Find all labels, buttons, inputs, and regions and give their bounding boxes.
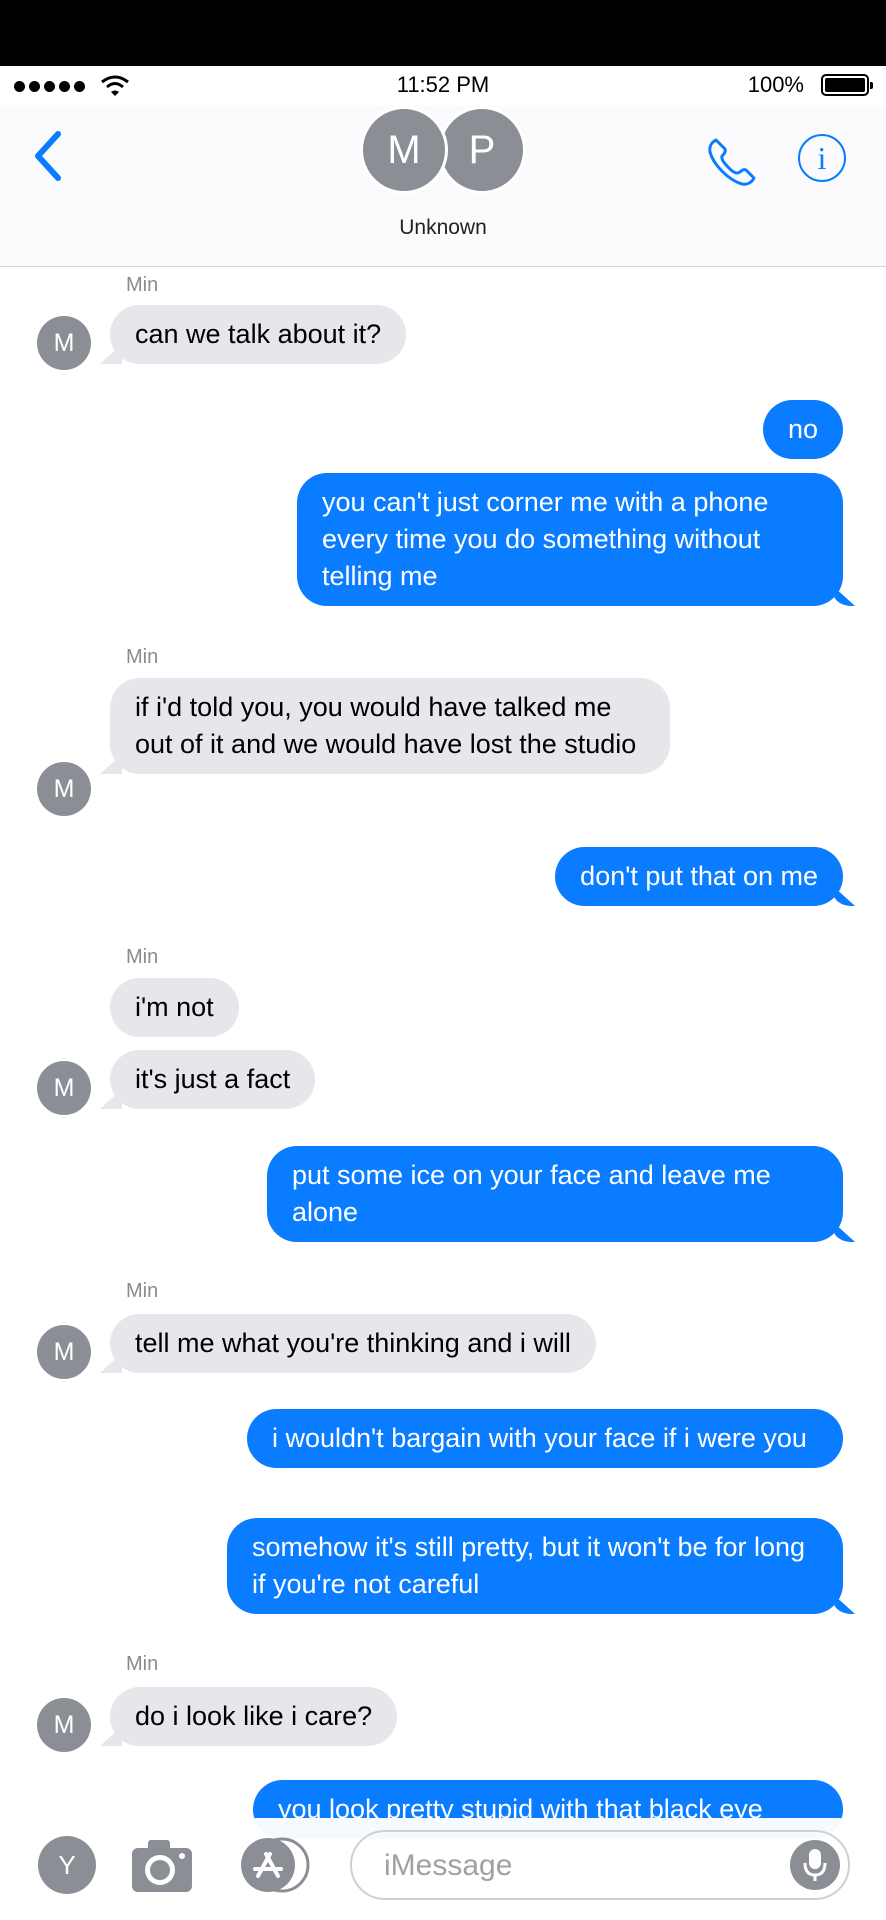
incoming-message[interactable]: if i'd told you, you would have talked m… (110, 678, 670, 774)
contact-name[interactable]: Unknown (0, 216, 886, 240)
phone-icon[interactable] (704, 134, 760, 190)
battery-icon (821, 74, 873, 96)
sender-avatar[interactable]: M (37, 1061, 91, 1115)
battery-percent: 100% (747, 72, 804, 97)
incoming-message[interactable]: can we talk about it? (110, 305, 407, 364)
sender-label: Min (126, 1653, 159, 1675)
incoming-message[interactable]: it's just a fact (110, 1050, 316, 1109)
sender-label: Min (126, 946, 159, 968)
sender-avatar[interactable]: M (37, 1698, 91, 1752)
conversation-header: P M Unknown i (0, 106, 886, 267)
top-black-bar (0, 0, 886, 66)
status-bar: 11:52 PM 100% (0, 66, 886, 106)
outgoing-message[interactable]: no (762, 400, 843, 459)
sender-label: Min (126, 1280, 159, 1302)
sender-avatar[interactable]: M (37, 762, 91, 816)
outgoing-message[interactable]: don't put that on me (555, 847, 843, 906)
app-store-icon[interactable] (238, 1836, 314, 1894)
imessage-field[interactable] (350, 1830, 850, 1900)
sender-label: Min (126, 646, 159, 668)
info-icon[interactable]: i (798, 134, 846, 182)
incoming-message[interactable]: i'm not (110, 978, 239, 1037)
camera-icon[interactable] (130, 1836, 194, 1894)
back-chevron-icon[interactable] (30, 128, 66, 184)
outgoing-message[interactable]: you can't just corner me with a phone ev… (297, 473, 843, 606)
app-drawer-button[interactable]: Y (38, 1836, 96, 1894)
compose-bar: Y (0, 1818, 886, 1920)
microphone-icon[interactable] (790, 1840, 840, 1890)
group-avatars[interactable]: P M (360, 106, 540, 206)
avatar-m: M (360, 106, 448, 194)
avatar-p: P (438, 106, 526, 194)
sender-avatar[interactable]: M (37, 316, 91, 370)
incoming-message[interactable]: tell me what you're thinking and i will (110, 1314, 596, 1373)
outgoing-message[interactable]: i wouldn't bargain with your face if i w… (247, 1409, 843, 1468)
sender-label: Min (126, 274, 159, 296)
incoming-message[interactable]: do i look like i care? (110, 1687, 398, 1746)
outgoing-message[interactable]: somehow it's still pretty, but it won't … (227, 1518, 843, 1614)
outgoing-message[interactable]: put some ice on your face and leave me a… (267, 1146, 843, 1242)
sender-avatar[interactable]: M (37, 1325, 91, 1379)
message-input[interactable] (382, 1848, 766, 1884)
